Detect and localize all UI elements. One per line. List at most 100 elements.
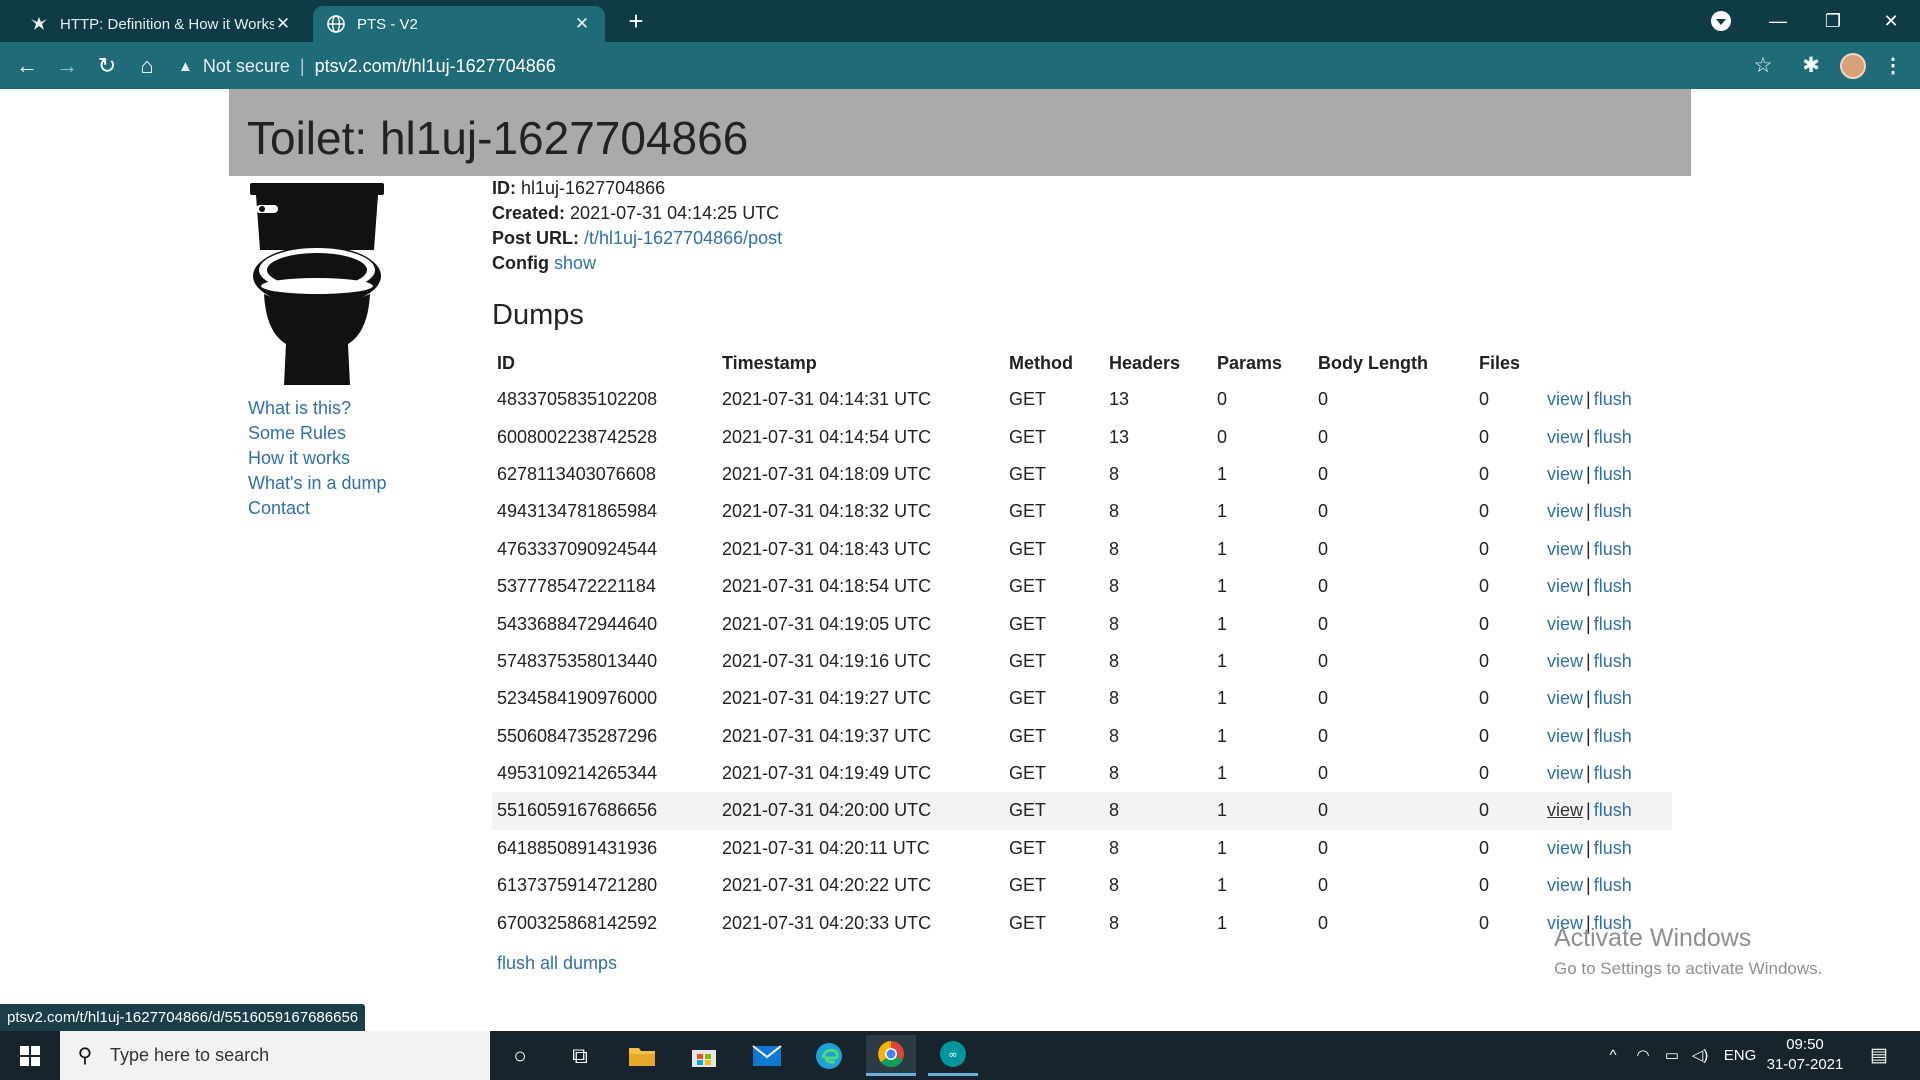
address-bar[interactable]: ▲ Not secure | ptsv2.com/t/hl1uj-1627704… xyxy=(178,48,1778,84)
watermark-title: Activate Windows xyxy=(1554,924,1752,952)
cell-headers: 8 xyxy=(1109,725,1120,746)
forward-arrow-icon[interactable]: → xyxy=(53,52,81,80)
action-separator: | xyxy=(1586,688,1591,709)
tab-title: HTTP: Definition & How it Works xyxy=(60,15,274,33)
taskbar-clock[interactable]: 09:50 31-07-2021 xyxy=(1760,1035,1850,1075)
cell-files: 0 xyxy=(1479,463,1490,484)
cell-body-length: 0 xyxy=(1318,650,1329,671)
battery-icon[interactable]: ▭ xyxy=(1659,1031,1685,1080)
minimize-icon[interactable]: — xyxy=(1755,4,1801,38)
notifications-icon[interactable]: ▤ xyxy=(1864,1031,1894,1080)
wifi-icon[interactable]: ◠ xyxy=(1630,1031,1656,1080)
config-show-link[interactable]: show xyxy=(554,253,596,273)
view-dump-link[interactable]: view xyxy=(1547,838,1583,858)
back-arrow-icon[interactable]: ← xyxy=(13,52,41,80)
view-dump-link[interactable]: view xyxy=(1547,427,1583,447)
flush-dump-link[interactable]: flush xyxy=(1594,651,1632,671)
edge-browser-icon[interactable] xyxy=(804,1035,854,1076)
view-dump-link[interactable]: view xyxy=(1547,501,1583,521)
bookmark-star-icon[interactable]: ☆ xyxy=(1749,52,1777,80)
mail-icon[interactable] xyxy=(742,1035,792,1076)
tab-http-definition[interactable]: HTTP: Definition & How it Works ✕ xyxy=(16,6,306,42)
menu-kebab-icon[interactable]: ⋮ xyxy=(1883,52,1903,80)
cell-method: GET xyxy=(1009,501,1047,522)
cell-method: GET xyxy=(1009,650,1047,671)
volume-icon[interactable]: ◁) xyxy=(1687,1031,1713,1080)
close-window-icon[interactable]: ✕ xyxy=(1868,4,1914,38)
view-dump-link[interactable]: view xyxy=(1547,763,1583,783)
new-tab-plus-icon[interactable]: + xyxy=(622,8,650,36)
view-dump-link[interactable]: view xyxy=(1547,576,1583,596)
flush-dump-link[interactable]: flush xyxy=(1594,501,1632,521)
flush-dump-link[interactable]: flush xyxy=(1594,688,1632,708)
cell-params: 1 xyxy=(1217,912,1228,933)
view-dump-link[interactable]: view xyxy=(1547,651,1583,671)
flush-dump-link[interactable]: flush xyxy=(1594,464,1632,484)
view-dump-link[interactable]: view xyxy=(1547,726,1583,746)
view-dump-link[interactable]: view xyxy=(1547,389,1583,409)
cell-timestamp: 2021-07-31 04:20:22 UTC xyxy=(722,875,932,896)
search-placeholder: Type here to search xyxy=(110,1045,270,1065)
store-bag-icon[interactable] xyxy=(679,1035,729,1076)
profile-avatar[interactable] xyxy=(1840,53,1866,79)
meta-created-value: 2021-07-31 04:14:25 UTC xyxy=(570,203,780,223)
cell-files: 0 xyxy=(1479,650,1490,671)
cell-id: 5377785472221184 xyxy=(497,576,656,597)
cell-method: GET xyxy=(1009,538,1047,559)
nav-contact[interactable]: Contact xyxy=(248,496,387,521)
view-dump-link[interactable]: view xyxy=(1547,464,1583,484)
arduino-app-icon[interactable]: ∞ xyxy=(928,1035,978,1076)
col-header-id: ID xyxy=(497,353,515,373)
flush-dump-link[interactable]: flush xyxy=(1594,389,1632,409)
cell-body-length: 0 xyxy=(1318,426,1329,447)
close-tab-icon[interactable]: ✕ xyxy=(274,14,292,34)
view-dump-link[interactable]: view xyxy=(1547,800,1583,820)
view-dump-link[interactable]: view xyxy=(1547,539,1583,559)
restore-window-icon[interactable]: ❐ xyxy=(1810,4,1856,38)
file-explorer-icon[interactable] xyxy=(617,1035,667,1076)
cell-headers: 8 xyxy=(1109,837,1120,858)
flush-dump-link[interactable]: flush xyxy=(1594,576,1632,596)
nav-whats-in-a-dump[interactable]: What's in a dump xyxy=(248,471,387,496)
flush-dump-link[interactable]: flush xyxy=(1594,800,1632,820)
watermark-subtitle: Go to Settings to activate Windows. xyxy=(1554,959,1823,978)
home-icon[interactable]: ⌂ xyxy=(133,52,161,80)
flush-dump-link[interactable]: flush xyxy=(1594,875,1632,895)
table-row: 5234584190976000 2021-07-31 04:19:27 UTC G… xyxy=(492,680,1672,717)
action-separator: | xyxy=(1586,837,1591,858)
nav-what-is-this[interactable]: What is this? xyxy=(248,396,387,421)
col-header-headers: Headers xyxy=(1109,353,1181,373)
dumps-header-row: ID Timestamp Method Headers Params Body … xyxy=(492,346,1672,381)
post-url-link[interactable]: /t/hl1uj-1627704866/post xyxy=(584,228,782,248)
flush-dump-link[interactable]: flush xyxy=(1594,838,1632,858)
windows-start-icon[interactable] xyxy=(0,1031,60,1080)
dumps-heading: Dumps xyxy=(492,299,584,331)
nav-how-it-works[interactable]: How it works xyxy=(248,446,387,471)
taskbar-search-box[interactable]: ⚲ Type here to search xyxy=(60,1031,490,1080)
cell-headers: 13 xyxy=(1109,389,1130,410)
col-header-body-length: Body Length xyxy=(1318,353,1428,373)
flush-dump-link[interactable]: flush xyxy=(1594,427,1632,447)
close-tab-icon[interactable]: ✕ xyxy=(573,14,591,34)
task-view-icon[interactable]: ⧉ xyxy=(555,1035,605,1076)
tab-pts-v2[interactable]: PTS - V2 ✕ xyxy=(313,6,605,42)
show-hidden-icons-chevron-icon[interactable]: ^ xyxy=(1600,1031,1626,1080)
chrome-browser-icon[interactable] xyxy=(866,1035,916,1076)
flush-all-dumps-link[interactable]: flush all dumps xyxy=(497,953,617,974)
view-dump-link[interactable]: view xyxy=(1547,614,1583,634)
flush-dump-link[interactable]: flush xyxy=(1594,763,1632,783)
cortana-circle-icon[interactable]: ○ xyxy=(495,1035,545,1076)
view-dump-link[interactable]: view xyxy=(1547,875,1583,895)
nav-some-rules[interactable]: Some Rules xyxy=(248,421,387,446)
table-row: 5377785472221184 2021-07-31 04:18:54 UTC G… xyxy=(492,568,1672,605)
reload-icon[interactable]: ↻ xyxy=(93,52,121,80)
view-dump-link[interactable]: view xyxy=(1547,688,1583,708)
flush-dump-link[interactable]: flush xyxy=(1594,614,1632,634)
input-language[interactable]: ENG xyxy=(1721,1031,1759,1080)
flush-dump-link[interactable]: flush xyxy=(1594,726,1632,746)
tab-search-dropdown-icon[interactable] xyxy=(1711,11,1731,31)
extensions-puzzle-icon[interactable]: ✱ xyxy=(1797,52,1825,80)
cell-method: GET xyxy=(1009,875,1047,896)
flush-dump-link[interactable]: flush xyxy=(1594,539,1632,559)
action-separator: | xyxy=(1586,501,1591,522)
